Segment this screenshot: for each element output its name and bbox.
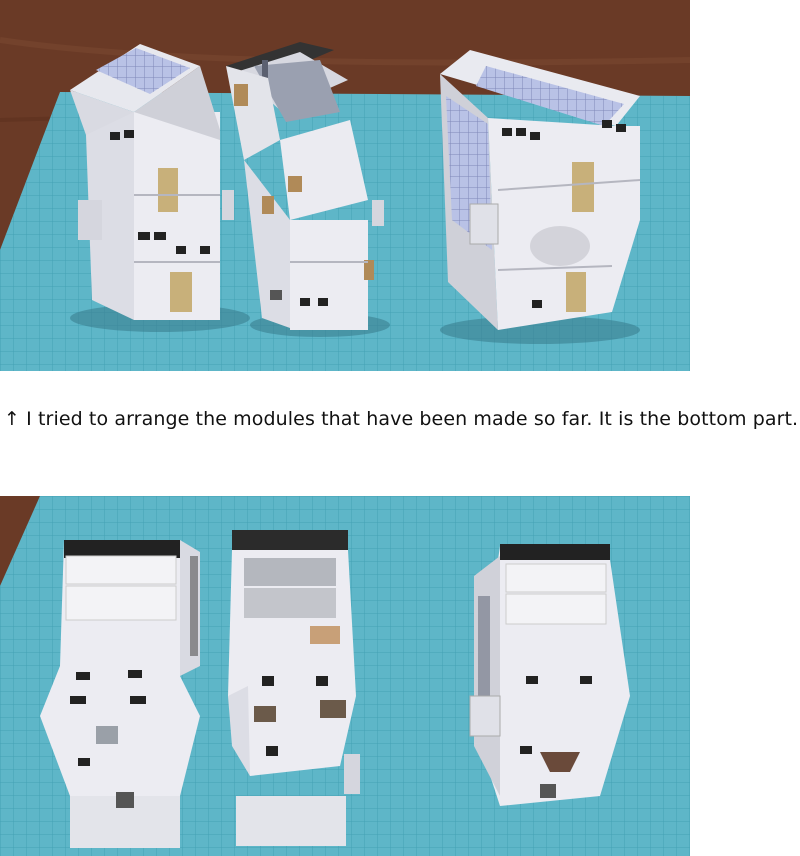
photo-modules-bottom-view [0, 496, 690, 856]
module-bottom-middle [228, 530, 360, 846]
photo-modules-side-view [0, 0, 690, 371]
module-bottom-right [469, 544, 630, 806]
photo-caption: ↑ I tried to arrange the modules that ha… [4, 408, 799, 430]
